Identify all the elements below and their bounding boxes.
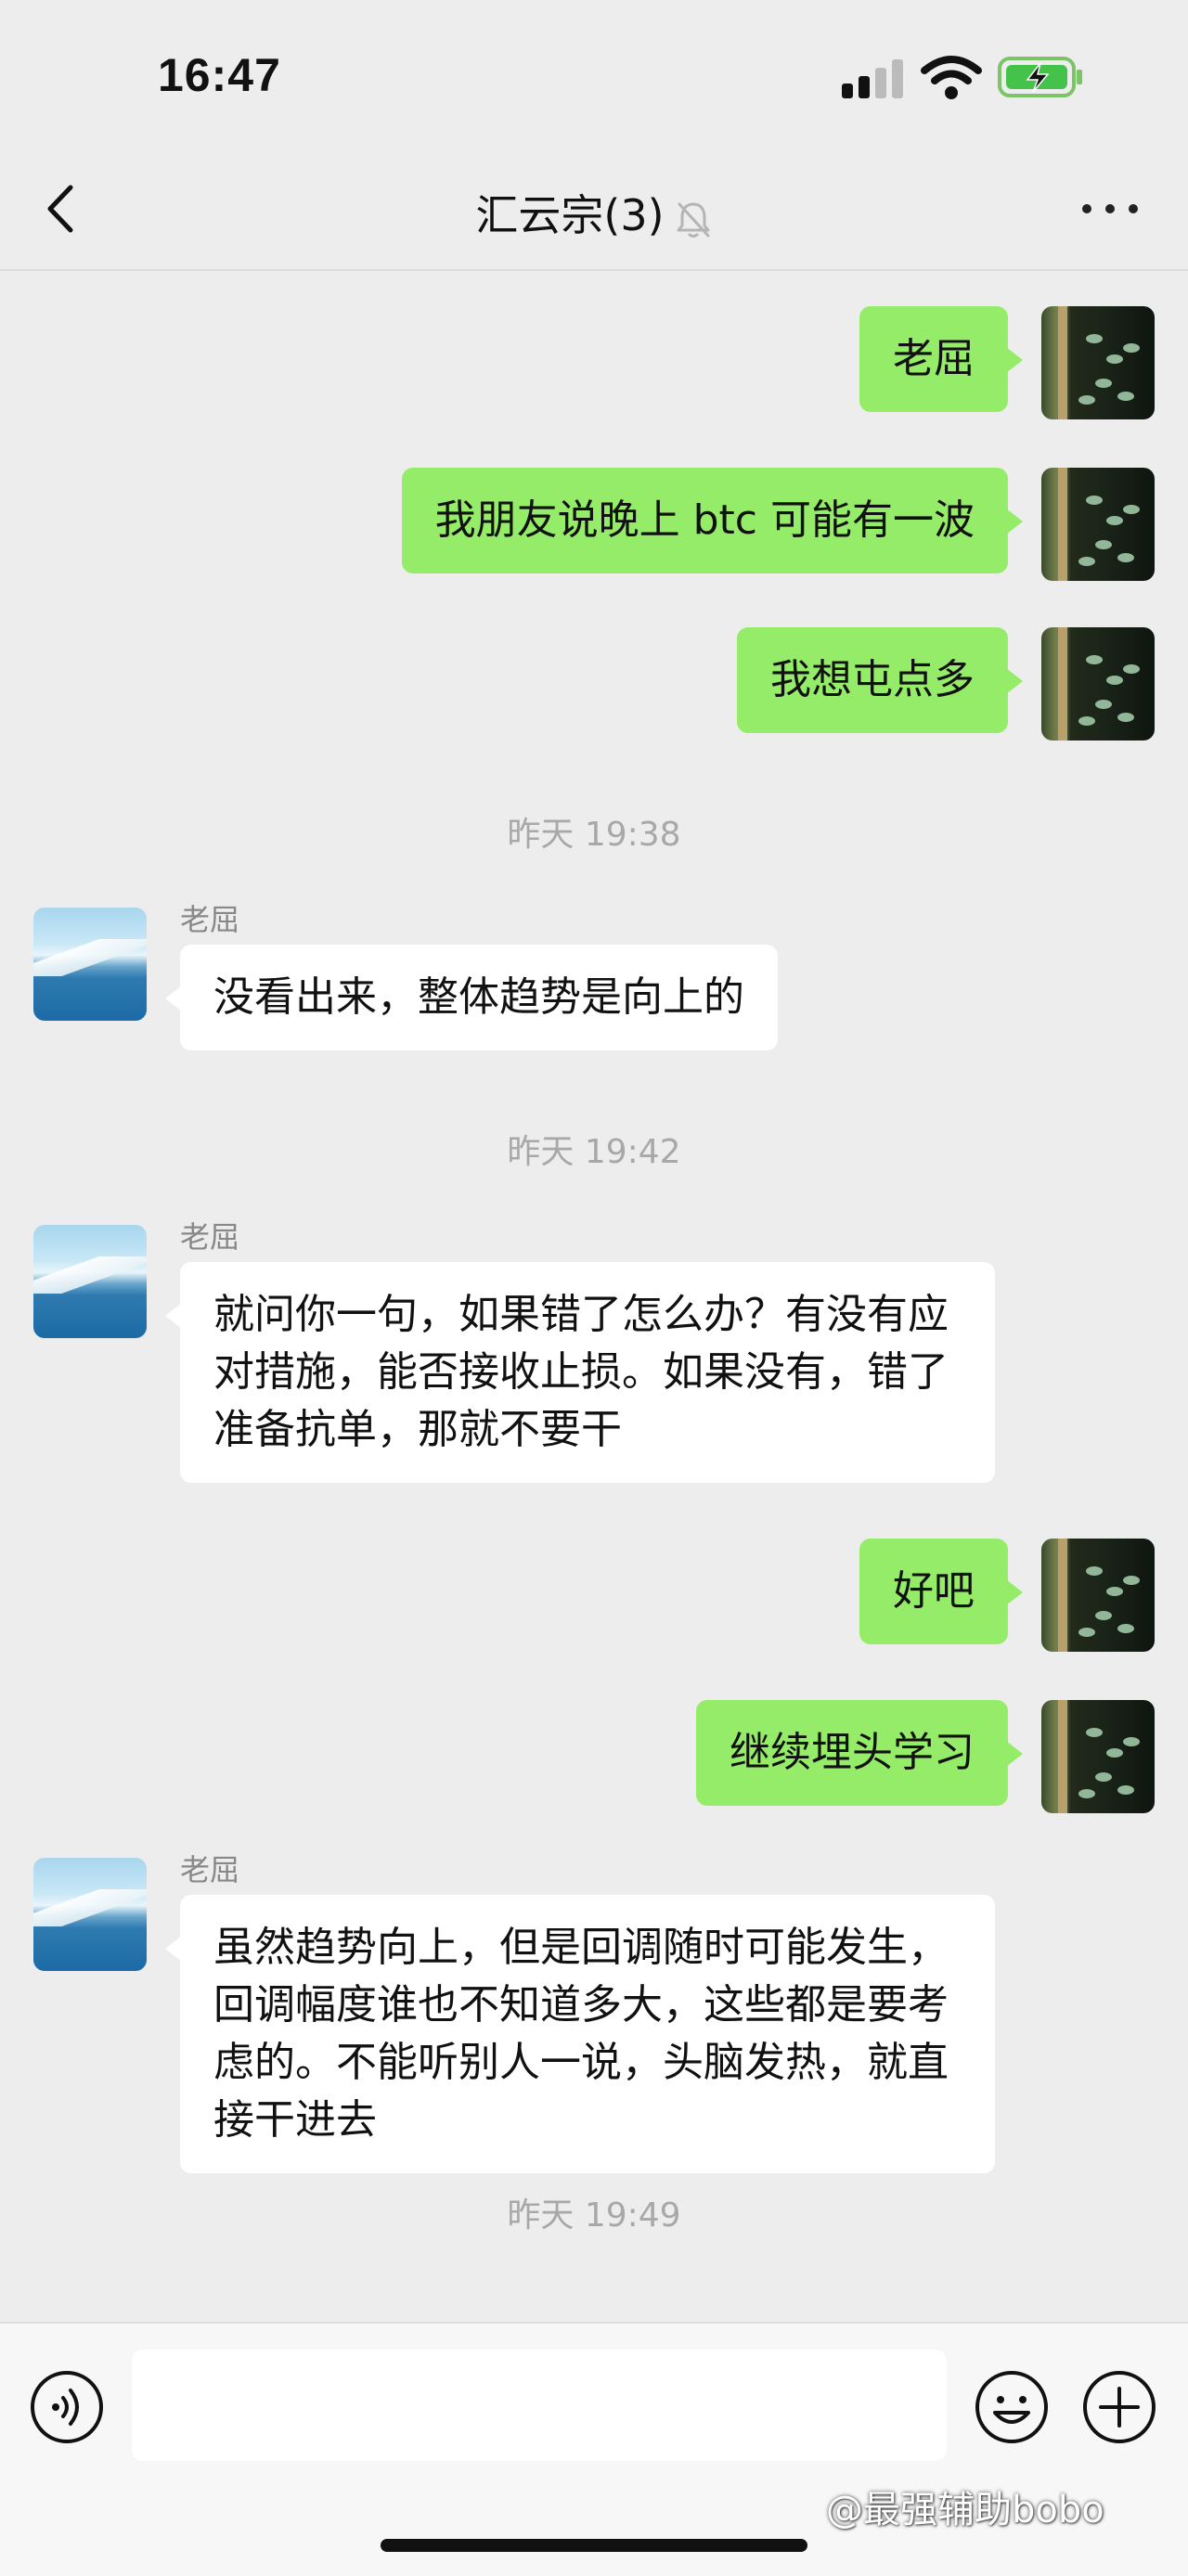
wifi-icon	[921, 56, 982, 99]
status-bar: 16:47	[0, 0, 1188, 148]
contact-avatar[interactable]	[33, 908, 147, 1021]
message-bubble[interactable]: 没看出来，整体趋势是向上的	[165, 945, 778, 1050]
home-indicator	[381, 2539, 807, 2552]
sender-name: 老屈	[180, 1852, 240, 1887]
timestamp: 昨天 19:49	[507, 2196, 681, 2235]
sender-name: 老屈	[180, 1219, 240, 1255]
plus-icon[interactable]	[1080, 2368, 1158, 2446]
message-bubble[interactable]: 继续埋头学习	[696, 1700, 1023, 1806]
contact-avatar[interactable]	[33, 1225, 147, 1338]
message-bubble[interactable]: 虽然趋势向上，但是回调随时可能发生，回调幅度谁也不知道多大，这些都是要考虑的。不…	[165, 1895, 995, 2173]
status-time: 16:47	[158, 49, 281, 101]
timestamp: 昨天 19:38	[507, 816, 681, 854]
my-avatar[interactable]	[1041, 306, 1155, 419]
message-input[interactable]	[132, 2350, 947, 2461]
chat-title: 汇云宗(3)	[475, 190, 665, 240]
message-list: 老屈 我朋友说晚上 btc 可能有一波 我想屯点多 昨天 19:38 老屈 没看…	[0, 271, 1188, 2322]
watermark: @最强辅助bobo	[826, 2489, 1104, 2531]
sender-name: 老屈	[180, 902, 240, 937]
my-avatar[interactable]	[1041, 468, 1155, 581]
nav-bar: 汇云宗(3)	[0, 148, 1188, 271]
timestamp: 昨天 19:42	[507, 1133, 681, 1171]
message-bubble[interactable]: 老屈	[859, 306, 1023, 412]
input-bar	[0, 2322, 1188, 2576]
my-avatar[interactable]	[1041, 627, 1155, 741]
contact-avatar[interactable]	[33, 1858, 147, 1971]
emoji-icon[interactable]	[973, 2368, 1051, 2446]
chat-title-wrap: 汇云宗(3)	[0, 182, 1188, 243]
signal-icon	[842, 59, 903, 98]
message-bubble[interactable]: 我想屯点多	[737, 627, 1023, 733]
mute-bell-icon	[677, 202, 710, 238]
message-bubble[interactable]: 我朋友说晚上 btc 可能有一波	[401, 468, 1024, 573]
message-bubble[interactable]: 就问你一句，如果错了怎么办？有没有应对措施，能否接收止损。如果没有，错了准备抗单…	[165, 1262, 995, 1483]
more-dots-icon[interactable]	[1077, 186, 1143, 232]
my-avatar[interactable]	[1041, 1700, 1155, 1813]
voice-icon[interactable]	[28, 2368, 106, 2446]
battery-charging-icon	[998, 57, 1082, 97]
my-avatar[interactable]	[1041, 1539, 1155, 1652]
message-bubble[interactable]: 好吧	[859, 1539, 1023, 1644]
